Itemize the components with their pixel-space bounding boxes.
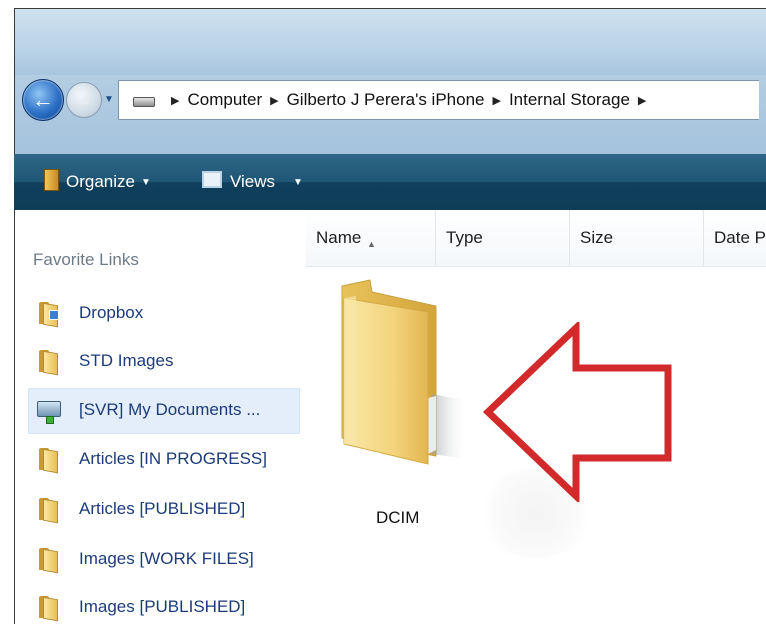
sidebar-item-images-published[interactable]: Images [PUBLISHED]	[29, 586, 299, 630]
breadcrumb-separator-icon[interactable]: ▶	[638, 90, 646, 112]
column-header-type[interactable]: Type	[436, 210, 570, 266]
network-drive-icon	[37, 401, 61, 424]
sidebar-item-label: Articles [IN PROGRESS]	[79, 449, 267, 468]
back-arrow-icon: ←	[32, 87, 54, 112]
organize-label: Organize	[66, 172, 135, 191]
sidebar-item-label: Images [WORK FILES]	[79, 549, 254, 568]
chevron-down-icon: ▼	[293, 177, 303, 188]
sidebar-item-dropbox[interactable]: Dropbox	[29, 292, 299, 336]
sidebar-item-images-work-files[interactable]: Images [WORK FILES]	[29, 538, 299, 582]
folder-icon	[39, 498, 59, 524]
organize-icon	[44, 169, 59, 191]
back-button[interactable]: ←	[22, 79, 64, 121]
command-toolbar: Organize ▼ Views ▼	[14, 154, 766, 210]
breadcrumb-separator-icon[interactable]: ▶	[270, 90, 278, 112]
breadcrumb-computer[interactable]: Computer	[187, 90, 262, 109]
sidebar-item-label: Dropbox	[79, 303, 144, 322]
sidebar-item-svr-my-documents[interactable]: [SVR] My Documents ...	[28, 388, 300, 434]
sidebar-item-label: Articles [PUBLISHED]	[79, 499, 246, 518]
folder-icon[interactable]	[336, 278, 466, 468]
folder-icon	[39, 448, 59, 474]
breadcrumb-separator-icon[interactable]: ▶	[171, 90, 179, 112]
views-icon	[202, 171, 222, 188]
folder-label[interactable]: DCIM	[376, 508, 419, 528]
column-header-date[interactable]: Date P	[704, 210, 766, 266]
forward-button[interactable]: →	[66, 82, 102, 118]
arrow-outline-icon	[482, 322, 672, 502]
breadcrumb: ▶ Computer ▶ Gilberto J Perera's iPhone ▶ Int…	[163, 89, 654, 111]
device-icon	[133, 97, 155, 107]
breadcrumb-internal-storage[interactable]: Internal Storage	[509, 90, 630, 109]
organize-button[interactable]: Organize ▼	[44, 168, 151, 196]
sidebar-item-std-images[interactable]: STD Images	[29, 340, 299, 384]
views-button[interactable]: Views ▼	[202, 168, 303, 196]
forward-arrow-icon: →	[75, 90, 93, 110]
address-bar[interactable]: ▶ Computer ▶ Gilberto J Perera's iPhone ▶ Int…	[118, 80, 759, 120]
folder-icon	[39, 548, 59, 574]
sidebar-item-label: [SVR] My Documents ...	[79, 400, 261, 419]
views-label: Views	[230, 172, 276, 191]
sidebar-item-label: STD Images	[79, 351, 174, 370]
chevron-down-icon: ▼	[140, 177, 151, 188]
sidebar-item-articles-in-progress[interactable]: Articles [IN PROGRESS]	[29, 438, 299, 482]
breadcrumb-separator-icon[interactable]: ▶	[492, 90, 500, 112]
recent-pages-dropdown[interactable]: ▼	[104, 94, 114, 105]
favorite-links-heading: Favorite Links	[33, 250, 139, 269]
breadcrumb-device[interactable]: Gilberto J Perera's iPhone	[287, 90, 485, 109]
folder-icon	[39, 596, 59, 622]
title-bar	[15, 9, 766, 75]
folder-icon	[39, 350, 59, 376]
dropbox-folder-icon	[39, 302, 59, 328]
sidebar-item-label: Images [PUBLISHED]	[79, 597, 246, 616]
sort-ascending-icon: ▲	[367, 239, 376, 249]
sidebar-item-articles-published[interactable]: Articles [PUBLISHED]	[29, 488, 299, 532]
column-header-name[interactable]: Name ▲	[306, 210, 436, 266]
navigation-pane: Favorite Links Dropbox STD Images [SVR] …	[15, 210, 308, 622]
column-header-size[interactable]: Size	[570, 210, 704, 266]
